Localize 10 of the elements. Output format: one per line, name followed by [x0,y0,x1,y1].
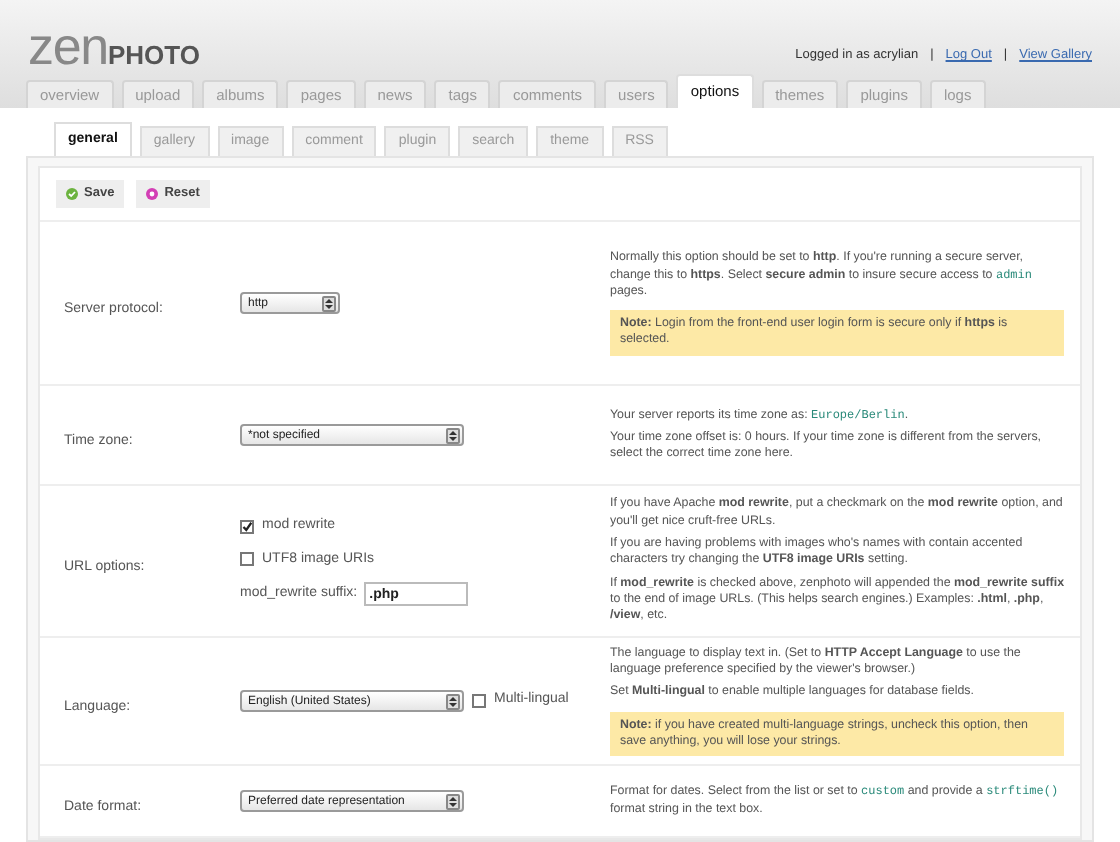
spinner-icon [446,693,460,709]
checkbox[interactable] [240,519,254,534]
spinner-icon [446,793,460,809]
checkbox[interactable] [240,552,254,567]
logo: zenPHOTO [28,20,200,72]
spinner-icon [322,295,336,311]
checkbox[interactable] [472,694,486,708]
circle-icon [146,188,159,200]
spinner-icon [446,427,460,443]
check-circle-icon [66,188,78,200]
